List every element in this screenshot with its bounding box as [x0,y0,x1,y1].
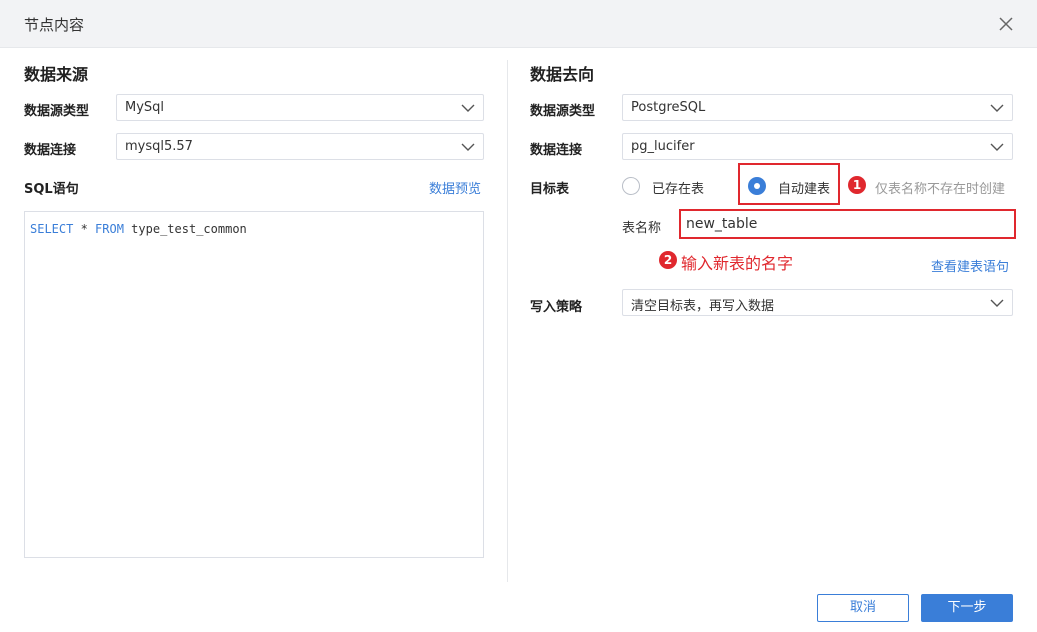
step-badge-2: 2 [659,251,677,269]
write-strategy-value: 清空目标表，再写入数据 [631,299,775,314]
write-strategy-label: 写入策略 [530,300,583,315]
radio-auto-create[interactable] [748,177,766,195]
radio-existing-label[interactable]: 已存在表 [652,178,704,197]
table-name-label: 表名称 [622,221,662,236]
target-type-select[interactable]: PostgreSQL [622,94,1013,121]
target-conn-value: pg_lucifer [631,139,695,154]
next-step-button[interactable]: 下一步 [921,594,1013,622]
sql-table-name: type_test_common [123,222,247,236]
sql-editor[interactable]: SELECT * FROM type_test_common [24,211,484,558]
source-conn-value: mysql5.57 [125,139,193,154]
table-name-annotation: 输入新表的名字 [681,254,794,273]
target-conn-select[interactable]: pg_lucifer [622,133,1013,160]
step-badge-1: 1 [848,176,866,194]
cancel-button[interactable]: 取消 [817,594,909,622]
chevron-down-icon [461,104,475,112]
sql-code-line: SELECT * FROM type_test_common [30,222,247,236]
source-type-value: MySql [125,100,165,115]
close-icon[interactable] [997,15,1015,33]
source-conn-label: 数据连接 [24,143,77,158]
radio-auto-label[interactable]: 自动建表 [778,178,830,197]
source-type-select[interactable]: MySql [116,94,484,121]
source-conn-select[interactable]: mysql5.57 [116,133,484,160]
sql-star: * [73,222,96,236]
source-section-title: 数据来源 [24,65,89,84]
target-table-label: 目标表 [530,182,570,197]
table-name-value: new_table [686,216,758,232]
auto-create-hint: 仅表名称不存在时创建 [875,182,1006,197]
data-preview-link[interactable]: 数据预览 [429,178,481,197]
dialog-header: 节点内容 [0,0,1037,48]
sql-keyword-from: FROM [95,222,124,236]
dialog-title: 节点内容 [24,16,85,34]
target-section-title: 数据去向 [530,65,595,84]
write-strategy-select[interactable]: 清空目标表，再写入数据 [622,289,1013,316]
chevron-down-icon [990,104,1004,112]
radio-existing-table[interactable] [622,177,640,195]
chevron-down-icon [461,143,475,151]
chevron-down-icon [990,143,1004,151]
target-type-label: 数据源类型 [530,104,596,119]
column-divider [507,60,508,582]
target-conn-label: 数据连接 [530,143,583,158]
source-type-label: 数据源类型 [24,104,90,119]
sql-label: SQL语句 [24,182,79,197]
chevron-down-icon [990,299,1004,307]
sql-keyword-select: SELECT [30,222,74,236]
target-type-value: PostgreSQL [631,100,706,115]
view-create-sql-link[interactable]: 查看建表语句 [931,256,1009,275]
table-name-input[interactable]: new_table [679,209,1016,239]
